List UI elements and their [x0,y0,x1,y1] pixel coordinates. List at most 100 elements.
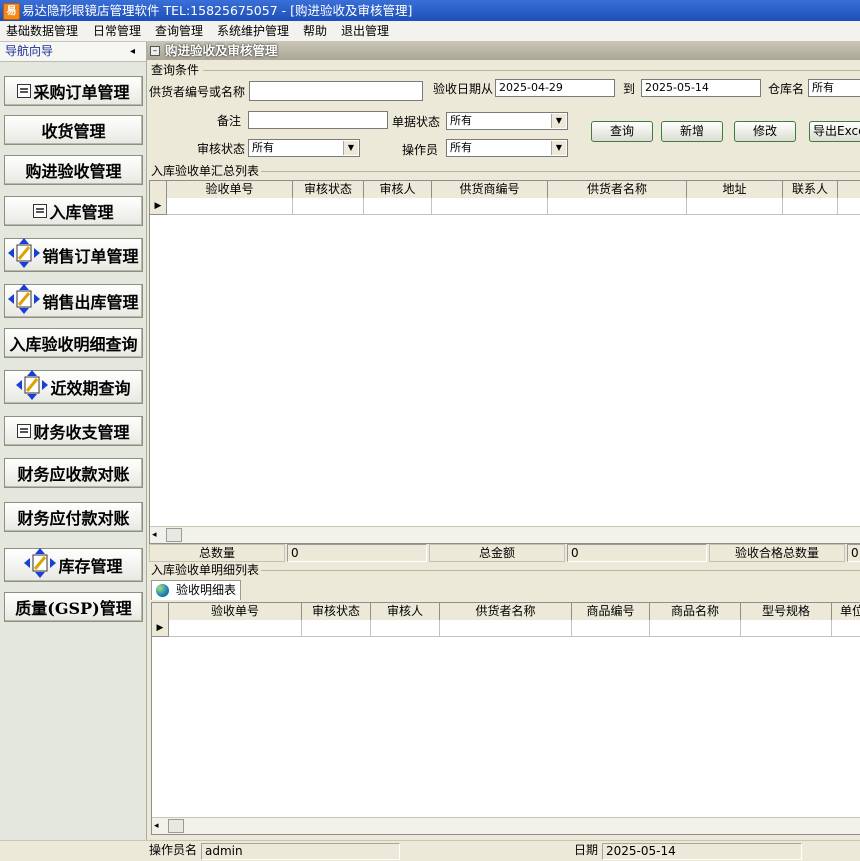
table-cell[interactable] [302,620,371,637]
doc-status-select[interactable]: 所有 ▼ [446,112,568,130]
nav-payable-reconcile[interactable]: 财务应付款对账 [4,502,143,532]
col-audit-status[interactable]: 审核状态 [302,603,371,620]
window-title: 易达隐形眼镜店管理软件 TEL:15825675057 - [购进验收及审核管理… [22,3,413,18]
nav-sales-order[interactable]: 销售订单管理 [4,238,143,272]
col-auditor[interactable]: 审核人 [371,603,440,620]
menu-query[interactable]: 查询管理 [155,23,203,39]
total-qty-value: 0 [287,544,427,562]
table-cell[interactable] [572,620,650,637]
document-icon [17,84,32,98]
col-supplier-code[interactable]: 供货商编号 [432,181,548,198]
table-cell[interactable] [548,198,687,215]
table-cell[interactable] [432,198,548,215]
col-inspection-no[interactable]: 验收单号 [169,603,302,620]
summary-group-border [261,171,860,172]
col-address[interactable]: 地址 [687,181,783,198]
nav-sales-outbound[interactable]: 销售出库管理 [4,284,143,318]
export-excel-button[interactable]: 导出Excel [809,121,860,142]
tab-inspection-detail[interactable]: 验收明细表 [151,580,241,600]
nav-receivable-reconcile[interactable]: 财务应收款对账 [4,458,143,488]
chevron-down-icon[interactable]: ▼ [343,141,358,155]
col-product-code[interactable]: 商品编号 [572,603,650,620]
table-cell[interactable] [741,620,832,637]
scroll-thumb[interactable] [166,528,182,542]
edit-button[interactable]: 修改 [734,121,796,142]
collapse-icon[interactable]: ◂ [130,44,135,59]
nav-header: 导航向导 ◂ [0,42,146,62]
col-contact[interactable]: 联系人 [783,181,838,198]
menu-system[interactable]: 系统维护管理 [217,23,289,39]
warehouse-select[interactable]: 所有 [808,79,860,97]
scroll-left-icon[interactable]: ◂ [154,821,159,832]
menu-help[interactable]: 帮助 [303,23,327,39]
move-arrows-icon [16,370,49,404]
minimize-icon[interactable]: – [150,46,160,56]
nav-quality-gsp[interactable]: 质量(GSP)管理 [4,592,143,622]
detail-group-border [261,570,860,571]
add-button[interactable]: 新增 [661,121,723,142]
chevron-down-icon[interactable]: ▼ [551,141,566,155]
col-more [838,181,860,198]
menu-daily[interactable]: 日常管理 [93,23,141,39]
app-icon: 易 [3,3,20,20]
row-pointer-icon: ▶ [150,198,167,215]
nav-title: 导航向导 [5,44,54,58]
horizontal-scrollbar[interactable]: ◂ [150,526,860,543]
nav-finance-income-expense[interactable]: 财务收支管理 [4,416,143,446]
horizontal-scrollbar[interactable]: ◂ [152,817,860,834]
col-unit[interactable]: 单位 [832,603,860,620]
audit-status-select[interactable]: 所有 ▼ [248,139,360,157]
col-auditor[interactable]: 审核人 [364,181,432,198]
table-cell[interactable] [371,620,440,637]
date-to-input[interactable]: 2025-05-14 [641,79,761,97]
remark-input[interactable] [248,111,388,129]
table-cell[interactable] [832,620,860,637]
table-cell[interactable] [783,198,838,215]
col-audit-status[interactable]: 审核状态 [293,181,364,198]
scroll-thumb[interactable] [168,819,184,833]
detail-grid-header: 验收单号 审核状态 审核人 供货者名称 商品编号 商品名称 型号规格 单位 [152,603,860,621]
nav-purchase-inspection[interactable]: 购进验收管理 [4,155,143,185]
doc-status-label: 单据状态 [392,115,441,129]
table-cell[interactable] [169,620,302,637]
navigation-panel: 导航向导 ◂ 采购订单管理 收货管理 购进验收管理 入库管理 销售订单管理 销售… [0,42,147,840]
col-inspection-no[interactable]: 验收单号 [167,181,293,198]
menu-exit[interactable]: 退出管理 [341,23,389,39]
table-cell[interactable] [167,198,293,215]
nav-warehousing[interactable]: 入库管理 [4,196,143,226]
table-cell[interactable] [364,198,432,215]
status-operator-label: 操作员名 [149,843,198,857]
col-supplier-name[interactable]: 供货者名称 [440,603,572,620]
query-button[interactable]: 查询 [591,121,653,142]
detail-grid[interactable]: 验收单号 审核状态 审核人 供货者名称 商品编号 商品名称 型号规格 单位 ▶ … [151,602,860,835]
date-from-input[interactable]: 2025-04-29 [495,79,615,97]
col-model-spec[interactable]: 型号规格 [741,603,832,620]
table-row[interactable]: ▶ [152,620,860,637]
query-group-border [203,70,860,71]
nav-near-expiry-query[interactable]: 近效期查询 [4,370,143,404]
table-row[interactable]: ▶ [150,198,860,215]
nav-inspection-detail-query[interactable]: 入库验收明细查询 [4,328,143,358]
operator-label: 操作员 [402,143,439,157]
table-cell[interactable] [650,620,741,637]
table-cell[interactable] [838,198,860,215]
menu-basic-data[interactable]: 基础数据管理 [6,23,78,39]
nav-purchase-order[interactable]: 采购订单管理 [4,76,143,106]
col-product-name[interactable]: 商品名称 [650,603,741,620]
status-bar: 操作员名 admin 日期 2025-05-14 [0,840,860,861]
scroll-left-icon[interactable]: ◂ [152,530,157,541]
operator-select[interactable]: 所有 ▼ [446,139,568,157]
col-supplier-name[interactable]: 供货者名称 [548,181,687,198]
pass-qty-label: 验收合格总数量 [709,544,845,562]
supplier-input[interactable] [249,81,423,101]
table-cell[interactable] [293,198,364,215]
chevron-down-icon[interactable]: ▼ [551,114,566,128]
status-date-label: 日期 [573,843,598,857]
summary-grid[interactable]: 验收单号 审核状态 审核人 供货商编号 供货者名称 地址 联系人 ▶ ◂ [149,180,860,544]
supplier-label: 供货者编号或名称 [149,85,246,99]
nav-inventory[interactable]: 库存管理 [4,548,143,582]
nav-receiving[interactable]: 收货管理 [4,115,143,145]
table-cell[interactable] [440,620,572,637]
pass-qty-value: 0 [847,544,860,562]
table-cell[interactable] [687,198,783,215]
